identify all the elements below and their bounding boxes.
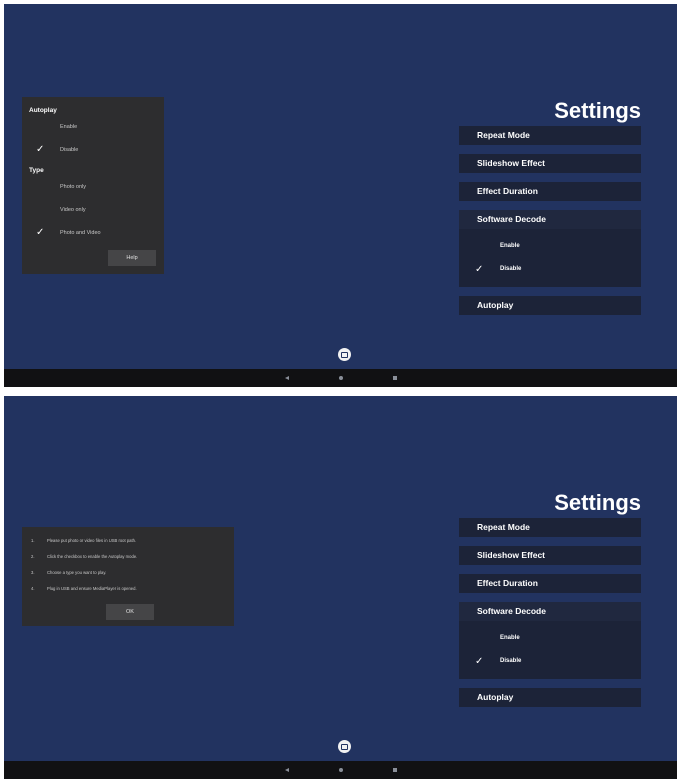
nav-back-button[interactable] — [282, 765, 292, 775]
menu-item-repeat-mode[interactable]: Repeat Mode — [459, 518, 641, 537]
checkmark-icon: ✓ — [36, 144, 45, 155]
menu-item-software-decode[interactable]: Software Decode — [459, 210, 641, 229]
autoplay-help-dialog: 1. Please put photo or video files in US… — [22, 527, 234, 626]
home-icon — [338, 768, 343, 772]
home-launcher-button[interactable] — [338, 740, 351, 753]
settings-menu: Repeat Mode Slideshow Effect Effect Dura… — [459, 126, 641, 324]
checkmark-icon: ✓ — [475, 656, 484, 667]
menu-item-repeat-mode[interactable]: Repeat Mode — [459, 126, 641, 145]
help-step: 4. Plug in USB and ensure MediaPlayer is… — [31, 585, 137, 601]
menu-item-effect-duration[interactable]: Effect Duration — [459, 574, 641, 593]
navigation-bar — [4, 369, 677, 387]
step-text: Plug in USB and ensure MediaPlayer is op… — [47, 586, 137, 591]
settings-title: Settings — [554, 98, 641, 123]
help-step: 1. Please put photo or video files in US… — [31, 537, 137, 553]
menu-item-software-decode[interactable]: Software Decode — [459, 602, 641, 621]
software-decode-group: Software Decode Enable ✓ Disable — [459, 210, 641, 287]
help-step: 3. Choose a type you want to play. — [31, 569, 137, 585]
menu-item-autoplay[interactable]: Autoplay — [459, 688, 641, 707]
navigation-bar — [4, 761, 677, 779]
software-decode-enable-option[interactable]: Enable — [459, 235, 641, 258]
type-heading: Type — [29, 167, 44, 174]
step-number: 2. — [31, 554, 35, 559]
software-decode-disable-option[interactable]: ✓ Disable — [459, 258, 641, 281]
option-label: Disable — [500, 658, 522, 664]
nav-home-button[interactable] — [336, 765, 346, 775]
type-photo-only-option[interactable]: Photo only — [22, 178, 164, 196]
menu-item-slideshow-effect[interactable]: Slideshow Effect — [459, 546, 641, 565]
help-step: 2. Click the checkbox to enable the Auto… — [31, 553, 137, 569]
software-decode-enable-option[interactable]: Enable — [459, 627, 641, 650]
step-number: 4. — [31, 586, 35, 591]
nav-back-button[interactable] — [282, 373, 292, 383]
screen-autoplay-options: Settings Repeat Mode Slideshow Effect Ef… — [4, 4, 677, 387]
nav-recents-button[interactable] — [390, 765, 400, 775]
software-decode-group: Software Decode Enable ✓ Disable — [459, 602, 641, 679]
option-label: Disable — [500, 266, 522, 272]
menu-item-effect-duration[interactable]: Effect Duration — [459, 182, 641, 201]
settings-title: Settings — [554, 490, 641, 515]
step-text: Click the checkbox to enable the Autopla… — [47, 554, 138, 559]
help-button[interactable]: Help — [108, 250, 156, 266]
checkmark-icon: ✓ — [475, 264, 484, 275]
autoplay-enable-option[interactable]: Enable — [22, 118, 164, 136]
settings-menu: Repeat Mode Slideshow Effect Effect Dura… — [459, 518, 641, 716]
ok-button[interactable]: OK — [106, 604, 154, 620]
type-photo-and-video-option[interactable]: ✓ Photo and Video — [22, 224, 164, 242]
recents-icon — [392, 768, 397, 772]
autoplay-heading: Autoplay — [29, 107, 57, 114]
option-label: Enable — [500, 635, 520, 641]
home-launcher-button[interactable] — [338, 348, 351, 361]
option-label: Photo only — [60, 184, 86, 190]
back-icon — [284, 768, 289, 772]
screen-autoplay-help: Settings Repeat Mode Slideshow Effect Ef… — [4, 396, 677, 779]
home-launcher-icon — [341, 743, 348, 750]
option-label: Enable — [60, 124, 78, 130]
home-launcher-icon — [341, 351, 348, 358]
menu-item-autoplay[interactable]: Autoplay — [459, 296, 641, 315]
option-label: Video only — [60, 207, 86, 213]
option-label: Photo and Video — [60, 230, 101, 236]
back-icon — [284, 376, 289, 380]
recents-icon — [392, 376, 397, 380]
nav-home-button[interactable] — [336, 373, 346, 383]
autoplay-dialog: Autoplay Enable ✓ Disable Type Photo onl… — [22, 97, 164, 274]
nav-recents-button[interactable] — [390, 373, 400, 383]
menu-item-slideshow-effect[interactable]: Slideshow Effect — [459, 154, 641, 173]
home-icon — [338, 376, 343, 380]
autoplay-disable-option[interactable]: ✓ Disable — [22, 141, 164, 159]
checkmark-icon: ✓ — [36, 227, 45, 238]
step-text: Choose a type you want to play. — [47, 570, 107, 575]
type-video-only-option[interactable]: Video only — [22, 201, 164, 219]
option-label: Enable — [500, 243, 520, 249]
step-number: 1. — [31, 538, 35, 543]
help-steps-list: 1. Please put photo or video files in US… — [31, 537, 137, 601]
step-text: Please put photo or video files in USB r… — [47, 538, 137, 543]
option-label: Disable — [60, 147, 79, 153]
step-number: 3. — [31, 570, 35, 575]
software-decode-disable-option[interactable]: ✓ Disable — [459, 650, 641, 673]
